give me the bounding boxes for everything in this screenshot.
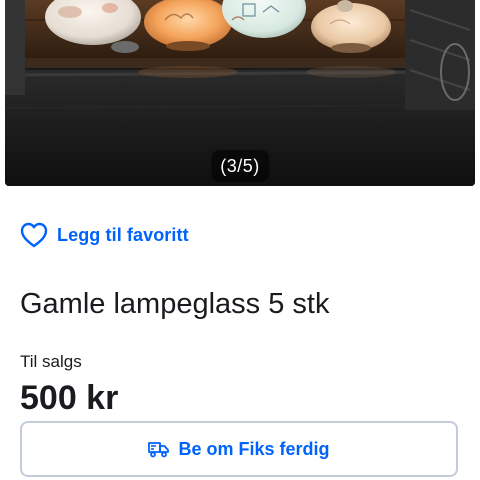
listing-status: Til salgs	[20, 352, 82, 371]
listing-price: 500 kr	[20, 379, 119, 417]
fiks-ferdig-button[interactable]: Be om Fiks ferdig	[20, 421, 458, 477]
add-favorite-label: Legg til favoritt	[57, 224, 189, 245]
listing-title: Gamle lampeglass 5 stk	[20, 288, 330, 320]
heart-outline-icon	[20, 222, 48, 248]
fiks-ferdig-label: Be om Fiks ferdig	[178, 438, 330, 459]
delivery-truck-icon	[148, 442, 170, 458]
image-counter: (3/5)	[211, 150, 269, 182]
listing-photo[interactable]: (3/5)	[5, 0, 475, 186]
add-favorite-button[interactable]: Legg til favoritt	[20, 220, 189, 250]
